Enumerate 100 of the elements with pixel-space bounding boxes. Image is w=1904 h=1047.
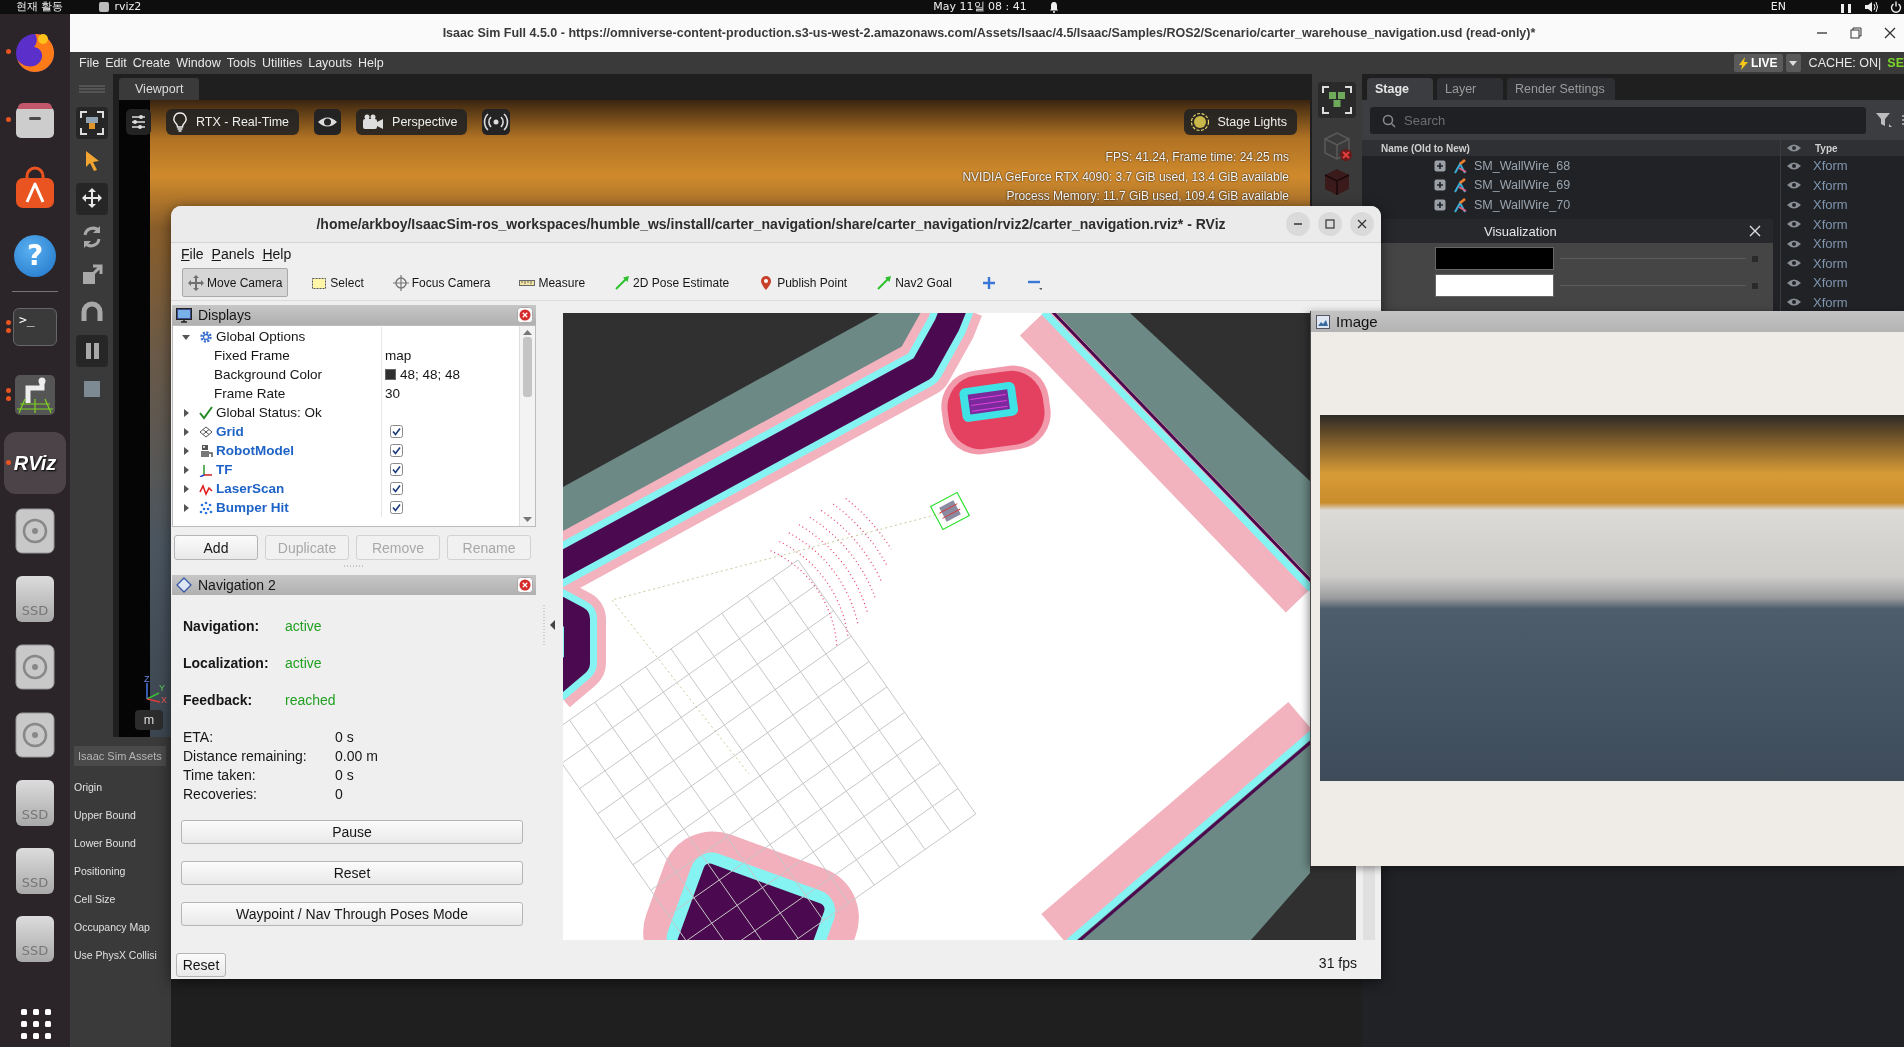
- live-button[interactable]: LIVE: [1733, 54, 1783, 72]
- visibility-eye-icon[interactable]: [1786, 199, 1802, 210]
- minimize-button[interactable]: [1286, 212, 1310, 236]
- nav-button[interactable]: Reset: [181, 861, 523, 885]
- visibility-eye-icon[interactable]: [1786, 297, 1802, 308]
- visibility-eye-icon[interactable]: [1786, 180, 1802, 191]
- menu-item[interactable]: Create: [129, 56, 174, 70]
- menu-item[interactable]: Layouts: [305, 56, 355, 70]
- color-swatch[interactable]: [1435, 247, 1554, 270]
- visibility-eye-icon[interactable]: [1786, 219, 1802, 230]
- color-swatch[interactable]: [1435, 274, 1554, 297]
- search-field[interactable]: Search: [1370, 106, 1866, 134]
- expand-arrow-icon[interactable]: [181, 445, 191, 456]
- expand-icon[interactable]: [1434, 179, 1446, 192]
- tool-button[interactable]: Move Camera: [182, 268, 289, 297]
- sliders-icon[interactable]: [126, 109, 151, 135]
- column-header[interactable]: Type: [1807, 142, 1904, 154]
- property-value[interactable]: 30: [385, 386, 401, 401]
- nav-button[interactable]: Waypoint / Nav Through Poses Mode: [181, 902, 523, 926]
- checkbox[interactable]: [390, 463, 403, 476]
- unit-button[interactable]: m: [135, 710, 163, 730]
- panel-tab[interactable]: Stage: [1367, 78, 1433, 100]
- expand-arrow-icon[interactable]: [181, 407, 191, 418]
- tree-item[interactable]: SM_WallWire_68: [1474, 158, 1571, 173]
- menu-item[interactable]: Panels: [207, 246, 259, 262]
- menu-item[interactable]: File: [177, 246, 208, 262]
- menu-item[interactable]: Window: [173, 56, 224, 70]
- expand-arrow-icon[interactable]: [181, 426, 191, 437]
- collapse-handle-icon[interactable]: [542, 605, 557, 645]
- checkbox[interactable]: [390, 501, 403, 514]
- menu-item[interactable]: Edit: [102, 56, 130, 70]
- tree-item[interactable]: LaserScan: [216, 481, 285, 496]
- visibility-eye-icon[interactable]: [1786, 238, 1802, 249]
- maximize-button[interactable]: [1318, 212, 1342, 236]
- visibility-eye-icon[interactable]: [1786, 277, 1802, 288]
- dropdown-button[interactable]: [1785, 54, 1801, 72]
- viewport-tab[interactable]: Viewport: [119, 78, 200, 100]
- tool-button[interactable]: 2D Pose Estimate: [608, 268, 736, 297]
- checkbox[interactable]: [390, 425, 403, 438]
- scrollbar[interactable]: [519, 326, 535, 526]
- eye-icon[interactable]: [314, 109, 342, 135]
- dock-launcher[interactable]: >_: [4, 296, 66, 358]
- square-handle-icon[interactable]: [1752, 255, 1758, 262]
- panel-button[interactable]: Add: [174, 535, 258, 560]
- expand-arrow-icon[interactable]: [181, 464, 191, 475]
- close-icon[interactable]: [517, 577, 533, 593]
- pause-icon[interactable]: [75, 335, 108, 367]
- dock-launcher[interactable]: RViz: [4, 432, 66, 494]
- tool-button[interactable]: Select: [305, 268, 370, 297]
- menu-item[interactable]: Help: [258, 246, 296, 262]
- tree-item[interactable]: TF: [216, 462, 233, 477]
- cube-selection-icon[interactable]: [75, 107, 108, 139]
- square-handle-icon[interactable]: [1752, 282, 1758, 289]
- panel-tab[interactable]: Render Settings: [1507, 78, 1615, 100]
- expand-arrow-icon[interactable]: [181, 502, 191, 513]
- expand-icon[interactable]: [1434, 198, 1446, 211]
- tool-button[interactable]: Nav2 Goal: [870, 268, 958, 297]
- clock[interactable]: May 11일 08 : 41: [933, 0, 1027, 14]
- checkbox[interactable]: [390, 482, 403, 495]
- menu-item[interactable]: Help: [354, 56, 387, 70]
- column-header[interactable]: Name (Old to New): [1362, 142, 1780, 154]
- renderer-button[interactable]: RTX - Real-Time: [166, 109, 300, 135]
- tree-item[interactable]: SM_WallWire_70: [1474, 197, 1571, 212]
- map-drawing[interactable]: [563, 313, 1310, 940]
- reset-button[interactable]: Reset: [176, 953, 226, 977]
- input-source-button[interactable]: EN: [1770, 0, 1786, 14]
- splitter-handle-icon[interactable]: [344, 564, 364, 567]
- visibility-eye-icon[interactable]: [1786, 258, 1802, 269]
- broadcast-icon[interactable]: [482, 109, 511, 135]
- cubes-frame-icon[interactable]: [1318, 82, 1356, 118]
- move-arrows-icon[interactable]: [75, 183, 108, 215]
- close-button[interactable]: [1350, 212, 1374, 236]
- property-value[interactable]: map: [385, 348, 412, 363]
- tree-item[interactable]: Global Status: Ok: [216, 405, 322, 420]
- checkbox[interactable]: [390, 444, 403, 457]
- tree-item[interactable]: Bumper Hit: [216, 500, 289, 515]
- menu-item[interactable]: File: [76, 56, 103, 70]
- expand-icon[interactable]: [1434, 159, 1446, 172]
- tool-button[interactable]: Measure: [513, 268, 592, 297]
- close-icon[interactable]: [517, 307, 533, 323]
- app-menu-button[interactable]: rviz2: [114, 0, 142, 14]
- menu-item[interactable]: Tools: [223, 56, 259, 70]
- tree-item[interactable]: RobotModel: [216, 443, 294, 458]
- activities-button[interactable]: 현재 활동: [16, 0, 64, 14]
- grip-handle-icon[interactable]: [78, 85, 105, 93]
- tree-item[interactable]: Grid: [216, 424, 244, 439]
- panel-tab[interactable]: Layer: [1437, 78, 1503, 100]
- stage-lights-button[interactable]: Stage Lights: [1183, 109, 1297, 135]
- tree-item[interactable]: SM_WallWire_69: [1474, 178, 1571, 193]
- property-value[interactable]: 48; 48; 48: [400, 367, 461, 382]
- tool-button[interactable]: Publish Point: [752, 268, 854, 297]
- menu-item[interactable]: Utilities: [258, 56, 306, 70]
- tool-button[interactable]: Focus Camera: [386, 268, 497, 297]
- camera-button[interactable]: Perspective: [356, 109, 468, 135]
- expand-arrow-icon[interactable]: [181, 483, 191, 494]
- panel-tab[interactable]: Isaac Sim Assets: [74, 746, 166, 766]
- tree-item[interactable]: Global Options: [216, 329, 306, 344]
- nav-button[interactable]: Pause: [181, 820, 523, 844]
- visibility-eye-icon[interactable]: [1786, 160, 1802, 171]
- filter-icon[interactable]: [1876, 113, 1892, 127]
